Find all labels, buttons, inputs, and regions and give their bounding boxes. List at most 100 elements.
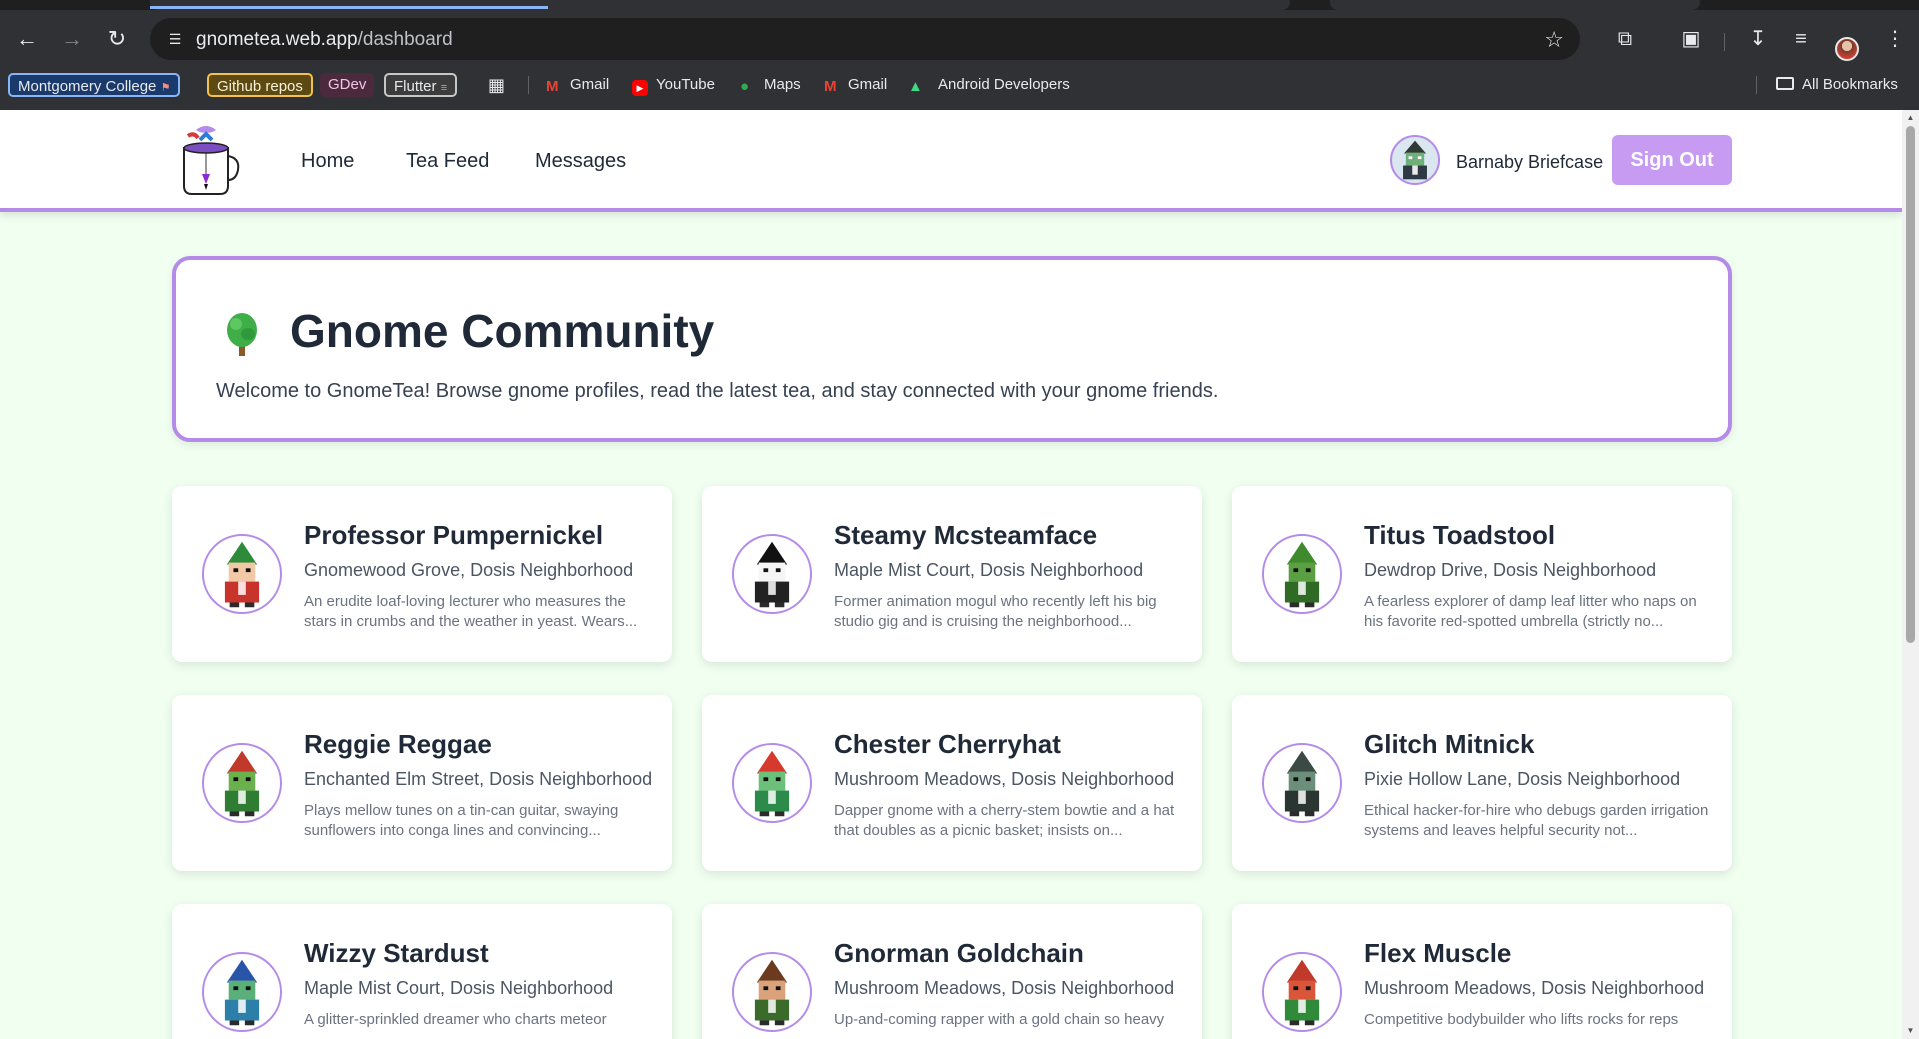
gnome-bio: Ethical hacker-for-hire who debugs garde… [1364, 802, 1709, 839]
gnome-name[interactable]: Steamy Mcsteamface [834, 520, 1097, 551]
gnome-avatar[interactable] [202, 952, 282, 1032]
nav-messages[interactable]: Messages [535, 150, 626, 173]
gnome-hat [1286, 541, 1318, 565]
gnome-bio: A fearless explorer of damp leaf litter … [1364, 593, 1697, 630]
youtube-icon: ▶ [632, 80, 648, 96]
gnome-bio: Dapper gnome with a cherry-stem bowtie a… [834, 802, 1175, 839]
gnome-avatar[interactable] [1262, 534, 1342, 614]
gnome-avatar[interactable] [732, 952, 812, 1032]
gnome-avatar[interactable] [732, 743, 812, 823]
gnome-face [758, 771, 786, 791]
tab-search-icon[interactable]: ▣ [1678, 26, 1704, 52]
gnome-card[interactable]: Titus Toadstool Dewdrop Drive, Dosis Neig… [1232, 486, 1732, 662]
gnome-card[interactable]: Gnorman Goldchain Mushroom Meadows, Dosis… [702, 904, 1202, 1039]
bookmark-maps[interactable]: ● Maps [740, 73, 801, 97]
bookmark-github-repos[interactable]: Github repos [207, 73, 313, 97]
bookmark-label: GDev [328, 76, 367, 93]
android-icon: ▲ [908, 78, 923, 95]
address-bar[interactable]: ☰ gnometea.web.app/dashboard ☆ [150, 18, 1580, 60]
gnome-avatar[interactable] [1262, 952, 1342, 1032]
bookmark-label: Flutter [394, 78, 437, 95]
bookmark-gmail[interactable]: M Gmail [546, 73, 609, 97]
user-avatar[interactable] [1390, 135, 1440, 185]
gnome-card[interactable]: Chester Cherryhat Mushroom Meadows, Dosis… [702, 695, 1202, 871]
bookmark-star-icon[interactable]: ☆ [1544, 27, 1564, 53]
gnome-face [1288, 980, 1316, 1000]
tab-strip [0, 0, 1919, 10]
media-control-icon[interactable]: ≡ [1788, 26, 1814, 52]
gnome-avatar[interactable] [202, 743, 282, 823]
bookmark-label: Maps [764, 76, 801, 93]
bookmark-android-developers[interactable]: ▲ Android Developers [908, 73, 1070, 97]
gnome-name[interactable]: Glitch Mitnick [1364, 729, 1534, 760]
community-hero: Gnome Community Welcome to GnomeTea! Bro… [172, 256, 1732, 442]
gnome-hat [756, 959, 788, 983]
browser-toolbar: ← → ↻ ☰ gnometea.web.app/dashboard ☆ ⧉ ▣… [0, 10, 1919, 68]
bookmark-montgomery-college[interactable]: Montgomery College ⚑ [8, 73, 181, 97]
tab-other[interactable] [1330, 0, 1700, 10]
gnome-location: Mushroom Meadows, Dosis Neighborhood [1364, 978, 1705, 998]
scroll-thumb[interactable] [1906, 126, 1915, 643]
gnome-name[interactable]: Wizzy Stardust [304, 938, 489, 969]
page-title: Gnome Community [290, 305, 715, 357]
gnome-card[interactable]: Glitch Mitnick Pixie Hollow Lane, Dosis N… [1232, 695, 1732, 871]
sign-out-button[interactable]: Sign Out [1612, 135, 1732, 185]
gnome-name[interactable]: Gnorman Goldchain [834, 938, 1084, 969]
download-icon[interactable]: ↧ [1745, 26, 1771, 52]
gnome-name[interactable]: Chester Cherryhat [834, 729, 1061, 760]
nav-home[interactable]: Home [301, 150, 354, 173]
bookmark-label: All Bookmarks [1802, 76, 1898, 93]
page-viewport: Home Tea Feed Messages Barnaby Briefcase… [0, 110, 1902, 1039]
bookmark-label: Gmail [570, 76, 610, 93]
gnome-avatar[interactable] [732, 534, 812, 614]
profile-avatar-icon[interactable] [1835, 37, 1859, 61]
gnome-portrait-icon [224, 541, 260, 608]
gnome-card[interactable]: Flex Muscle Mushroom Meadows, Dosis Neigh… [1232, 904, 1732, 1039]
back-arrow-icon[interactable]: ← [14, 26, 40, 52]
gnome-card[interactable]: Steamy Mcsteamface Maple Mist Court, Dosi… [702, 486, 1202, 662]
gnome-location: Gnomewood Grove, Dosis Neighborhood [304, 560, 634, 580]
gnome-name[interactable]: Flex Muscle [1364, 938, 1511, 969]
all-bookmarks[interactable]: All Bookmarks [1776, 73, 1898, 97]
bookmarks-bar: Montgomery College ⚑ Github repos GDev F… [0, 68, 1919, 110]
gnome-avatar[interactable] [202, 534, 282, 614]
gnome-avatar[interactable] [1262, 743, 1342, 823]
url-path: /dashboard [357, 29, 453, 50]
user-name: Barnaby Briefcase [1456, 152, 1604, 172]
apps-grid-icon[interactable]: ▦ [488, 73, 505, 97]
gnome-hat [226, 959, 258, 983]
extensions-icon[interactable]: ⧉ [1612, 26, 1638, 52]
gnome-name[interactable]: Professor Pumpernickel [304, 520, 603, 551]
site-settings-icon[interactable]: ☰ [166, 30, 184, 48]
menu-kebab-icon[interactable]: ⋮ [1882, 26, 1908, 52]
page-scrollbar[interactable]: ▲ ▼ [1902, 110, 1919, 1039]
gnome-face [228, 980, 256, 1000]
forward-arrow-icon[interactable]: → [59, 26, 85, 52]
gnome-bio: A glitter-sprinkled dreamer who charts m… [304, 1011, 607, 1028]
gnome-card[interactable]: Wizzy Stardust Maple Mist Court, Dosis Ne… [172, 904, 672, 1039]
gnome-face [228, 771, 256, 791]
scroll-up-arrow-icon[interactable]: ▲ [1906, 114, 1915, 122]
url-text[interactable]: gnometea.web.app/dashboard [196, 29, 453, 51]
bookmark-label: Montgomery College [18, 78, 157, 95]
gnome-name[interactable]: Titus Toadstool [1364, 520, 1555, 551]
gnome-card[interactable]: Professor Pumpernickel Gnomewood Grove, D… [172, 486, 672, 662]
nav-tea-feed[interactable]: Tea Feed [406, 150, 489, 173]
gnome-card[interactable]: Reggie Reggae Enchanted Elm Street, Dosis… [172, 695, 672, 871]
gnome-hat [756, 541, 788, 565]
bookmark-youtube[interactable]: ▶ YouTube [632, 73, 715, 97]
gnome-location: Mushroom Meadows, Dosis Neighborhood [834, 769, 1175, 789]
bookmark-flutter[interactable]: Flutter ≡ [384, 73, 458, 97]
bookmark-gmail-2[interactable]: M Gmail [824, 73, 887, 97]
gnome-name[interactable]: Reggie Reggae [304, 729, 492, 760]
gnometea-logo-icon[interactable] [174, 122, 242, 196]
gnome-hat [1286, 750, 1318, 774]
reload-icon[interactable]: ↻ [104, 26, 130, 52]
user-gnome-icon [1403, 140, 1427, 180]
bookmark-flag-icon: ⚑ [160, 82, 171, 94]
scroll-down-arrow-icon[interactable]: ▼ [1906, 1027, 1915, 1035]
gnome-face [228, 562, 256, 582]
gnome-face [758, 562, 786, 582]
gnome-portrait-icon [1284, 750, 1320, 817]
bookmark-gdev[interactable]: GDev [320, 73, 375, 97]
